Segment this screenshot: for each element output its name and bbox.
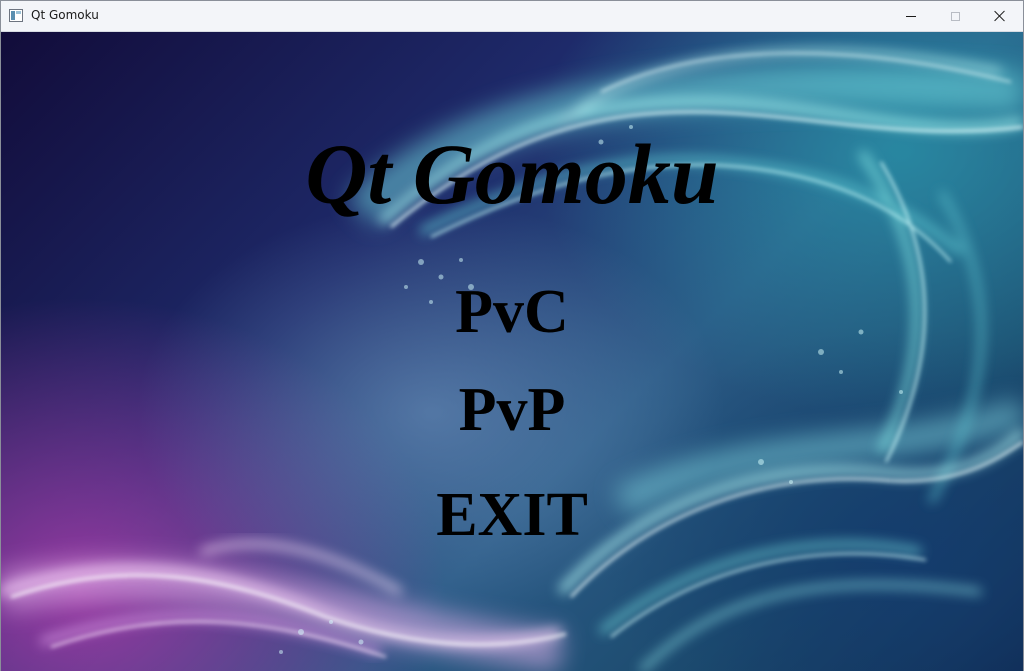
game-title: Qt Gomoku bbox=[305, 126, 719, 222]
maximize-button[interactable] bbox=[932, 1, 978, 31]
app-window-icon bbox=[9, 9, 23, 22]
exit-button[interactable]: EXIT bbox=[412, 479, 612, 551]
minimize-button[interactable] bbox=[888, 1, 934, 31]
main-menu-background: Qt Gomoku PvC PvP EXIT bbox=[1, 32, 1023, 671]
close-button[interactable] bbox=[977, 1, 1023, 31]
close-icon bbox=[994, 10, 1006, 22]
title-bar[interactable]: Qt Gomoku bbox=[1, 1, 1023, 32]
minimize-icon bbox=[906, 15, 916, 17]
pvc-button[interactable]: PvC bbox=[412, 276, 612, 348]
pvp-button[interactable]: PvP bbox=[412, 374, 612, 446]
maximize-icon bbox=[950, 11, 960, 21]
window-title: Qt Gomoku bbox=[31, 8, 99, 22]
app-window: Qt Gomoku Qt Gomoku PvC PvP EXIT bbox=[0, 0, 1024, 671]
